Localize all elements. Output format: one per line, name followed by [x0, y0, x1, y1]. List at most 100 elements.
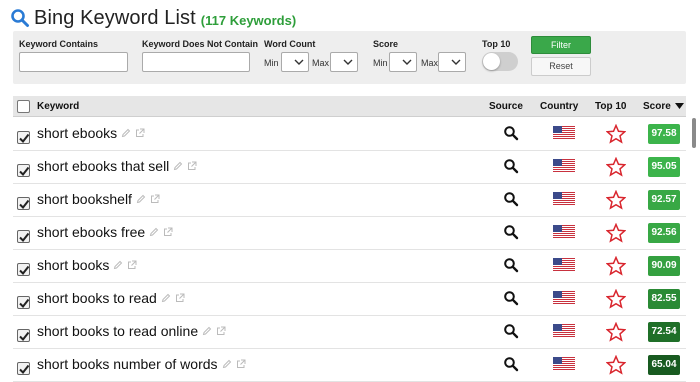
filter-panel: Keyword Contains Keyword Does Not Contai…	[13, 31, 686, 84]
word-count-min-select[interactable]	[281, 52, 309, 72]
keyword-cell: short books to read online	[37, 323, 226, 339]
star-outline-icon[interactable]	[606, 289, 626, 309]
checkmark-icon	[19, 265, 30, 276]
column-source[interactable]: Source	[489, 101, 523, 112]
checkmark-icon	[19, 364, 30, 375]
score-badge: 95.05	[648, 157, 680, 177]
table-row[interactable]: short ebooks 97.58	[13, 118, 686, 151]
star-outline-icon[interactable]	[606, 157, 626, 177]
row-checkbox[interactable]	[17, 197, 30, 210]
keyword-cell: short ebooks that sell	[37, 158, 197, 174]
pencil-icon[interactable]	[121, 128, 131, 138]
column-score-label: Score	[643, 101, 671, 112]
search-icon[interactable]	[503, 191, 519, 207]
row-checkbox[interactable]	[17, 296, 30, 309]
checkmark-icon	[19, 298, 30, 309]
column-score[interactable]: Score	[643, 101, 684, 112]
score-label: Score	[373, 39, 399, 49]
external-link-icon[interactable]	[216, 326, 226, 336]
pencil-icon[interactable]	[113, 260, 123, 270]
chevron-down-icon	[294, 59, 304, 65]
star-outline-icon[interactable]	[606, 124, 626, 144]
table-row[interactable]: short books to read 82.55	[13, 283, 686, 316]
external-link-icon[interactable]	[150, 194, 160, 204]
row-checkbox[interactable]	[17, 230, 30, 243]
row-checkbox[interactable]	[17, 362, 30, 375]
pencil-icon[interactable]	[136, 194, 146, 204]
score-min-select[interactable]	[389, 52, 417, 72]
table-row[interactable]: short books 90.09	[13, 250, 686, 283]
scrollbar[interactable]	[692, 118, 696, 148]
filter-button[interactable]: Filter	[531, 36, 591, 54]
pencil-icon[interactable]	[222, 359, 232, 369]
keyword-contains-label: Keyword Contains	[19, 39, 99, 49]
keyword-cell: short ebooks	[37, 125, 145, 141]
us-flag-icon	[553, 159, 575, 172]
star-outline-icon[interactable]	[606, 355, 626, 375]
external-link-icon[interactable]	[175, 293, 185, 303]
score-badge: 82.55	[648, 289, 680, 309]
column-top10[interactable]: Top 10	[595, 101, 626, 112]
checkmark-icon	[19, 133, 30, 144]
us-flag-icon	[553, 126, 575, 139]
keyword-cell: short ebooks free	[37, 224, 173, 240]
score-max-select[interactable]	[438, 52, 466, 72]
table-row[interactable]: short bookshelf 92.57	[13, 184, 686, 217]
top10-toggle[interactable]	[482, 52, 518, 71]
row-checkbox[interactable]	[17, 131, 30, 144]
column-keyword[interactable]: Keyword	[37, 101, 79, 112]
keyword-text: short books	[37, 257, 110, 273]
external-link-icon[interactable]	[236, 359, 246, 369]
table-row[interactable]: short books to read online 72.54	[13, 316, 686, 349]
pencil-icon[interactable]	[173, 161, 183, 171]
star-outline-icon[interactable]	[606, 223, 626, 243]
external-link-icon[interactable]	[127, 260, 137, 270]
toggle-knob	[483, 53, 500, 70]
checkmark-icon	[19, 331, 30, 342]
column-country[interactable]: Country	[540, 101, 578, 112]
keyword-not-contains-label: Keyword Does Not Contain	[142, 39, 259, 49]
keyword-text: short books to read	[37, 290, 157, 306]
search-icon[interactable]	[503, 356, 519, 372]
pencil-icon[interactable]	[161, 293, 171, 303]
star-outline-icon[interactable]	[606, 256, 626, 276]
keyword-contains-input[interactable]	[19, 52, 128, 72]
external-link-icon[interactable]	[163, 227, 173, 237]
us-flag-icon	[553, 192, 575, 205]
keyword-cell: short books number of words	[37, 356, 246, 372]
keyword-not-contains-input[interactable]	[142, 52, 250, 72]
keyword-count: (117 Keywords)	[200, 12, 297, 28]
search-icon[interactable]	[503, 323, 519, 339]
search-icon[interactable]	[503, 290, 519, 306]
table-row[interactable]: short ebooks that sell 95.05	[13, 151, 686, 184]
search-icon[interactable]	[503, 125, 519, 141]
us-flag-icon	[553, 357, 575, 370]
pencil-icon[interactable]	[202, 326, 212, 336]
table-row[interactable]: short ebooks free 92.56	[13, 217, 686, 250]
star-outline-icon[interactable]	[606, 322, 626, 342]
word-count-max-select[interactable]	[330, 52, 358, 72]
table-row[interactable]: short books number of words 65.04	[13, 349, 686, 382]
keyword-text: short bookshelf	[37, 191, 132, 207]
score-badge: 72.54	[648, 322, 680, 342]
chevron-down-icon	[402, 59, 412, 65]
score-badge: 92.57	[648, 190, 680, 210]
row-checkbox[interactable]	[17, 329, 30, 342]
pencil-icon[interactable]	[149, 227, 159, 237]
reset-button[interactable]: Reset	[531, 57, 591, 76]
word-count-label: Word Count	[264, 39, 316, 49]
external-link-icon[interactable]	[187, 161, 197, 171]
page-title: Bing Keyword List	[34, 6, 196, 29]
search-icon[interactable]	[503, 257, 519, 273]
score-max-label: Max	[421, 58, 439, 68]
row-checkbox[interactable]	[17, 263, 30, 276]
search-icon[interactable]	[503, 224, 519, 240]
star-outline-icon[interactable]	[606, 190, 626, 210]
keyword-text: short books number of words	[37, 356, 218, 372]
select-all-checkbox[interactable]	[17, 100, 30, 113]
row-checkbox[interactable]	[17, 164, 30, 177]
search-icon[interactable]	[503, 158, 519, 174]
score-badge: 97.58	[648, 124, 680, 144]
external-link-icon[interactable]	[135, 128, 145, 138]
checkmark-icon	[19, 166, 30, 177]
